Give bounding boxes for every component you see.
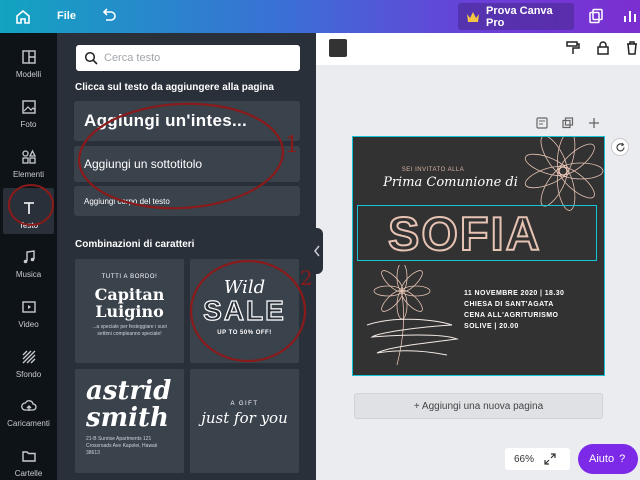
font-combo-card[interactable]: A GIFT just for you: [190, 369, 299, 473]
combo-top-text: A GIFT: [230, 401, 259, 407]
upload-icon: [20, 400, 37, 411]
help-label: Aiuto: [589, 453, 615, 465]
rail-item-cartelle[interactable]: Cartelle: [3, 436, 54, 480]
event-details[interactable]: 11 NOVEMBRE 2020 | 18.30 CHIESA DI SANT'…: [464, 288, 564, 332]
duplicate-page-icon[interactable]: [562, 117, 574, 129]
try-pro-button[interactable]: Prova Canva Pro: [458, 3, 574, 30]
rail-label: Video: [18, 320, 39, 329]
shapes-icon: [21, 149, 36, 164]
rail-item-sfondo[interactable]: Sfondo: [3, 337, 54, 383]
copy-icon[interactable]: [588, 8, 604, 24]
name-textbox[interactable]: SOFIA: [357, 205, 597, 261]
color-swatch[interactable]: [329, 39, 347, 57]
left-rail: Modelli Foto Elementi Testo Musica Video…: [0, 33, 57, 480]
detail-line: 11 NOVEMBRE 2020 | 18.30: [464, 290, 565, 297]
annotation-circle: 1: [78, 102, 299, 210]
insights-icon[interactable]: [622, 8, 638, 24]
paint-roller-icon[interactable]: [565, 40, 581, 56]
folder-icon: [21, 451, 36, 462]
search-input[interactable]: [104, 47, 294, 69]
search-icon: [84, 51, 98, 65]
trash-icon[interactable]: [624, 40, 640, 56]
annotation-number: 2: [300, 266, 313, 290]
refresh-icon: [616, 142, 625, 152]
flower-illustration: [366, 265, 459, 366]
search-box[interactable]: [76, 45, 300, 71]
script-title[interactable]: Prima Comunione di: [353, 175, 548, 190]
file-menu[interactable]: File: [57, 10, 76, 22]
font-combos-heading: Combinazioni di caratteri: [75, 239, 195, 250]
rail-label: Cartelle: [14, 469, 43, 478]
undo-icon[interactable]: [100, 7, 118, 25]
annotation-number: 1: [285, 133, 299, 158]
crown-icon: [467, 11, 479, 22]
combo-small-text: 21-B Sunrise Apartments 121 Crossroads A…: [86, 436, 158, 456]
home-icon[interactable]: [14, 8, 32, 26]
combo-main-text: just for you: [201, 409, 288, 427]
rail-item-video[interactable]: Video: [3, 287, 54, 333]
image-icon: [21, 100, 36, 114]
rail-label: Foto: [20, 120, 37, 129]
rail-label: Caricamenti: [7, 419, 50, 428]
rail-label: Musica: [15, 270, 42, 279]
lock-icon[interactable]: [595, 40, 611, 56]
editor-toolbar: [316, 33, 640, 65]
note-icon[interactable]: [536, 117, 548, 129]
rail-label: Modelli: [15, 70, 42, 79]
combo-main-text: astrid smith: [86, 376, 172, 433]
detail-line: CHIESA DI SANT'AGATA: [464, 301, 554, 308]
zoom-control[interactable]: 66%: [505, 448, 570, 470]
add-page-button[interactable]: + Aggiungi una nuova pagina: [354, 393, 603, 419]
add-text-heading: Clicca sul testo da aggiungere alla pagi…: [75, 82, 274, 93]
zoom-value: 66%: [514, 453, 535, 465]
name-text: SOFIA: [387, 206, 542, 261]
font-combo-card[interactable]: TUTTI A BORDO! Capitan Luigino ...a spec…: [75, 259, 184, 363]
video-icon: [21, 301, 36, 313]
try-pro-label: Prova Canva Pro: [486, 4, 553, 29]
detail-line: SOLIVE | 20.00: [464, 323, 519, 330]
layout-icon: [21, 50, 36, 64]
expand-icon[interactable]: [544, 453, 556, 465]
rail-label: Elementi: [12, 170, 45, 179]
font-combo-card[interactable]: astrid smith 21-B Sunrise Apartments 121…: [75, 369, 184, 473]
music-icon: [23, 250, 35, 264]
detail-line: CENA ALL'AGRITURISMO: [464, 312, 559, 319]
refresh-button[interactable]: [611, 138, 629, 156]
combo-top-text: TUTTI A BORDO!: [101, 274, 158, 280]
annotation-circle: [8, 184, 54, 226]
rail-label: Sfondo: [15, 370, 42, 379]
add-page-icon[interactable]: [588, 117, 600, 129]
rail-item-foto[interactable]: Foto: [3, 87, 54, 133]
combo-small-text: ...a speciale per festeggiare i suoi set…: [92, 324, 167, 337]
design-page[interactable]: SEI INVITATO ALLA Prima Comunione di SOF…: [352, 136, 605, 376]
invited-text[interactable]: SEI INVITATO ALLA: [353, 167, 513, 173]
rail-item-caricamenti[interactable]: Caricamenti: [3, 386, 54, 432]
help-button[interactable]: Aiuto ?: [578, 444, 638, 474]
rail-item-modelli[interactable]: Modelli: [3, 37, 54, 83]
help-icon: ?: [619, 453, 626, 465]
flower-illustration: [524, 137, 604, 211]
rail-item-elementi[interactable]: Elementi: [3, 137, 54, 183]
rail-item-musica[interactable]: Musica: [3, 237, 54, 283]
combo-main-text: Capitan Luigino: [94, 285, 165, 321]
background-icon: [22, 350, 35, 364]
top-bar: File Prova Canva Pro: [0, 0, 640, 33]
annotation-circle: 2: [189, 259, 313, 363]
